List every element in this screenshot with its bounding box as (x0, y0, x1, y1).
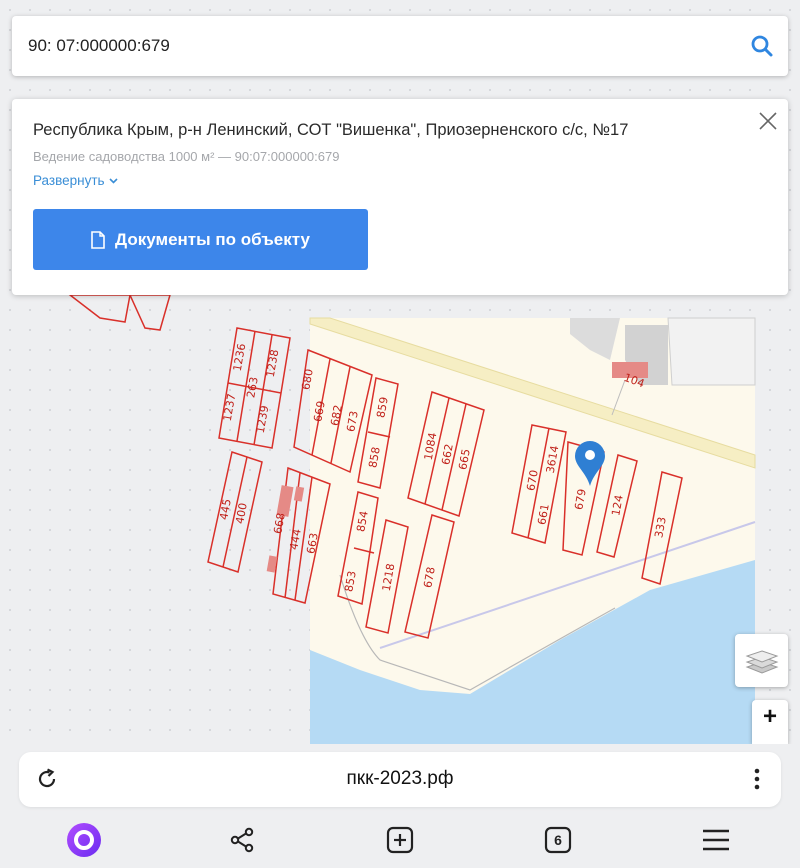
zoom-in-button[interactable]: + (752, 700, 788, 744)
share-button[interactable] (212, 812, 272, 868)
more-vertical-icon[interactable] (751, 766, 763, 792)
plot-label-400: 400 (233, 502, 249, 525)
object-address: Республика Крым, р-н Ленинский, СОТ "Виш… (33, 121, 629, 139)
hamburger-menu-icon (703, 829, 729, 851)
building-right (667, 317, 756, 386)
plot-label-1238: 1238 (264, 348, 282, 378)
plot-label-668: 668 (271, 512, 287, 535)
close-icon[interactable] (756, 109, 780, 133)
documents-button[interactable]: Документы по объекту (33, 209, 368, 270)
layers-button[interactable] (735, 634, 788, 687)
browser-nav-bar: 6 (0, 812, 800, 868)
layers-icon (745, 649, 778, 674)
search-input[interactable]: 90: 07:000000:679 (12, 36, 736, 56)
share-icon (230, 827, 254, 853)
address-bar[interactable]: пкк-2023.рф (19, 752, 781, 807)
tabs-icon: 6 (544, 826, 572, 854)
expand-label[interactable]: Развернуть (33, 173, 105, 188)
plot-label-1239: 1239 (254, 404, 272, 434)
plot-label-1237: 1237 (221, 392, 239, 422)
document-icon (91, 230, 105, 249)
tab-count: 6 (554, 832, 562, 848)
add-tab-icon (386, 826, 414, 854)
plot-label-445: 445 (217, 498, 233, 521)
menu-button[interactable] (686, 812, 746, 868)
search-icon[interactable] (736, 16, 788, 76)
chevron-down-icon (108, 177, 118, 184)
object-subtitle: Ведение садоводства 1000 м² — 90:07:0000… (33, 149, 340, 164)
expand-link[interactable]: Развернуть (33, 173, 118, 188)
assistant-button[interactable] (54, 812, 114, 868)
documents-button-label[interactable]: Документы по объекту (115, 230, 310, 250)
plot-label-444: 444 (287, 528, 303, 551)
object-info-card: Республика Крым, р-н Ленинский, СОТ "Виш… (12, 99, 788, 295)
search-bar[interactable]: 90: 07:000000:679 (12, 16, 788, 76)
partial-plots (67, 294, 171, 331)
url-text[interactable]: пкк-2023.рф (19, 768, 781, 790)
alice-assistant-icon (67, 823, 101, 857)
tabs-button[interactable]: 6 (528, 812, 588, 868)
plot-label-263: 263 (244, 376, 260, 399)
new-tab-button[interactable] (370, 812, 430, 868)
